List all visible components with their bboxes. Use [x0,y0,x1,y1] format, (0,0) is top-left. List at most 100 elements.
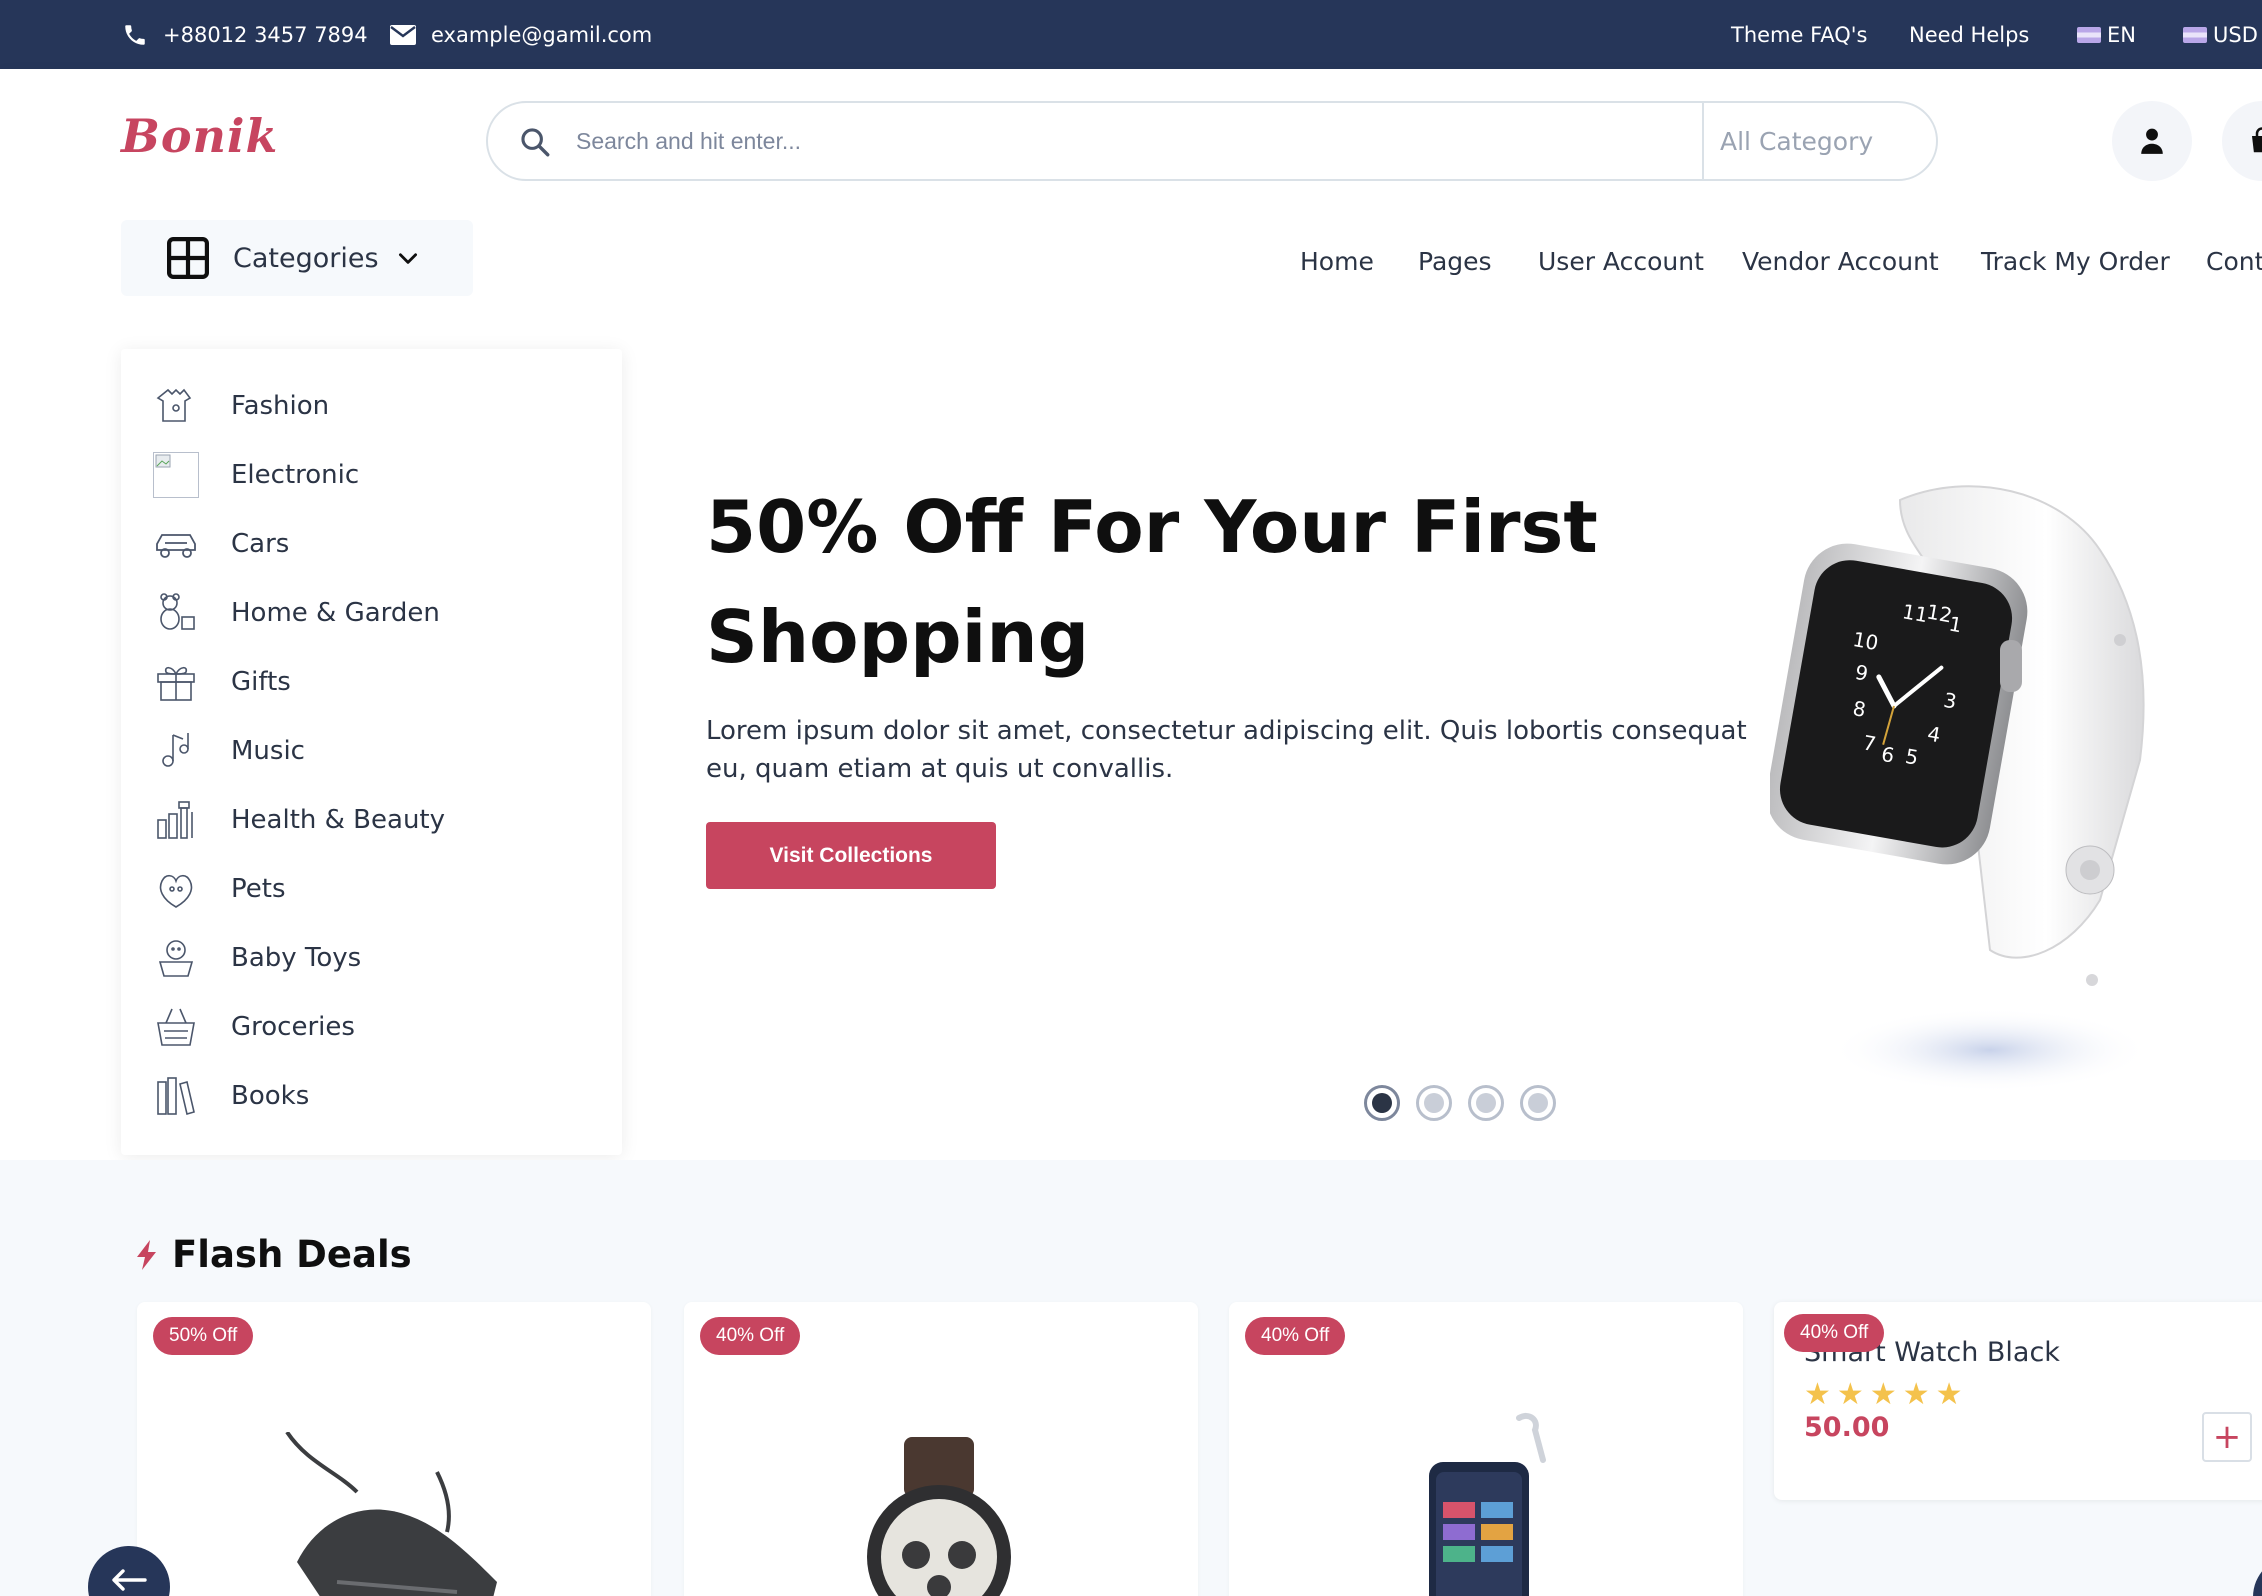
star-icon: ★ [1935,1377,1963,1412]
category-menu: Fashion Electronic Cars Home & Garden Gi… [121,349,622,1155]
top-bar: +88012 3457 7894 example@gamil.com Theme… [0,0,2262,69]
music-icon [153,728,199,774]
menu-item-label: Pets [231,873,286,904]
currency-selector[interactable]: USD [2183,0,2258,69]
shopping-bag-icon [2252,127,2262,153]
discount-badge: 50% Off [153,1317,254,1355]
user-icon [2141,128,2163,154]
nav-track-my-order[interactable]: Track My Order [1981,247,2170,276]
broken-image-icon [153,451,199,498]
beauty-icon [153,797,199,843]
email-contact[interactable]: example@gamil.com [389,0,652,69]
menu-item-health-beauty[interactable]: Health & Beauty [121,785,622,854]
nav-user-account[interactable]: User Account [1538,247,1704,276]
menu-item-label: Music [231,735,305,766]
currency-label: USD [2213,22,2258,47]
categories-button[interactable]: Categories [121,220,473,296]
nav-home[interactable]: Home [1300,247,1374,276]
product-card[interactable]: 40% Off [1229,1302,1743,1596]
cart-button[interactable] [2222,101,2262,181]
pet-icon [153,866,199,912]
menu-item-gifts[interactable]: Gifts [121,647,622,716]
product-card[interactable]: 50% Off [137,1302,651,1596]
header: Bonik All Category Categories Home Pages… [0,69,2262,312]
search-bar: All Category [486,101,1938,181]
search-icon[interactable] [518,125,552,159]
menu-item-label: Cars [231,528,290,559]
smartwatch-image: 11 12 1 10 9 3 8 4 7 6 5 [1770,485,2150,1092]
menu-item-groceries[interactable]: Groceries [121,992,622,1061]
svg-text:10: 10 [1851,627,1880,655]
menu-item-label: Electronic [231,459,360,490]
language-selector[interactable]: EN [2077,0,2136,69]
email-address: example@gamil.com [431,22,653,47]
slide-dot-3[interactable] [1468,1085,1504,1121]
phone-contact[interactable]: +88012 3457 7894 [121,0,368,69]
menu-item-label: Health & Beauty [231,804,446,835]
chevron-down-icon [398,253,417,264]
discount-badge: 40% Off [1245,1317,1346,1355]
car-icon [153,521,199,567]
menu-item-label: Groceries [231,1011,355,1042]
need-helps-link[interactable]: Need Helps [1909,0,2029,69]
menu-item-electronic[interactable]: Electronic [121,440,622,509]
need-helps-label: Need Helps [1909,22,2030,47]
star-icon: ★ [1902,1377,1930,1412]
star-icon: ★ [1836,1377,1864,1412]
phone-icon [121,21,149,49]
product-card[interactable]: 40% Off [684,1302,1198,1596]
flash-deals-title: Flash Deals [172,1233,412,1276]
phone-number: +88012 3457 7894 [163,22,368,47]
menu-item-label: Gifts [231,666,291,697]
menu-item-fashion[interactable]: Fashion [121,371,622,440]
flash-deals-section: Flash Deals 50% Off 40% Off 40% Off Smar… [0,1160,2262,1596]
gift-icon [153,659,199,705]
discount-badge: 40% Off [700,1317,801,1355]
books-icon [153,1073,199,1119]
menu-item-cars[interactable]: Cars [121,509,622,578]
basket-icon [153,1004,199,1050]
menu-item-label: Home & Garden [231,597,440,628]
menu-item-baby-toys[interactable]: Baby Toys [121,923,622,992]
menu-item-label: Baby Toys [231,942,362,973]
hero-description: Lorem ipsum dolor sit amet, consectetur … [706,716,1747,784]
language-label: EN [2107,22,2136,47]
visit-collections-button[interactable]: Visit Collections [706,822,996,889]
theme-faq-link[interactable]: Theme FAQ's [1731,0,1868,69]
discount-badge: 40% Off [1784,1314,1885,1352]
wristwatch-icon [867,1437,1011,1596]
phone-icon [1429,1412,1546,1596]
rating-stars: ★ ★ ★ ★ ★ [1804,1377,1969,1412]
nav-contact[interactable]: Cont [2206,247,2262,276]
add-to-cart-button[interactable]: + [2202,1412,2252,1462]
search-category-dropdown[interactable]: All Category [1702,103,1936,179]
slide-dot-4[interactable] [1520,1085,1556,1121]
hero-title: 50% Off For Your First Shopping [706,485,1598,679]
logo[interactable]: Bonik [121,109,278,163]
account-button[interactable] [2112,101,2192,181]
dress-icon [153,383,199,429]
menu-item-music[interactable]: Music [121,716,622,785]
categories-label: Categories [233,242,379,274]
slide-dot-2[interactable] [1416,1085,1452,1121]
search-input[interactable] [576,119,1576,163]
menu-item-home-garden[interactable]: Home & Garden [121,578,622,647]
menu-item-books[interactable]: Books [121,1061,622,1130]
slider-pagination [1364,1085,1572,1123]
lightning-icon [137,1239,156,1270]
nav-vendor-account[interactable]: Vendor Account [1742,247,1939,276]
envelope-icon [389,21,417,49]
slide-dot-1[interactable] [1364,1085,1400,1121]
nav-pages[interactable]: Pages [1418,247,1492,276]
grid-icon [167,237,209,279]
flash-deals-heading: Flash Deals [134,1233,412,1276]
product-card[interactable]: Smart Watch Black 40% Off ★ ★ ★ ★ ★ 50.00 + [1774,1302,2262,1500]
star-icon: ★ [1869,1377,1897,1412]
theme-faq-label: Theme FAQ's [1731,22,1868,47]
menu-item-label: Books [231,1080,310,1111]
sneaker-icon [285,1432,497,1596]
menu-item-pets[interactable]: Pets [121,854,622,923]
menu-item-label: Fashion [231,390,330,421]
baby-icon [153,935,199,981]
flag-icon [2077,26,2101,43]
